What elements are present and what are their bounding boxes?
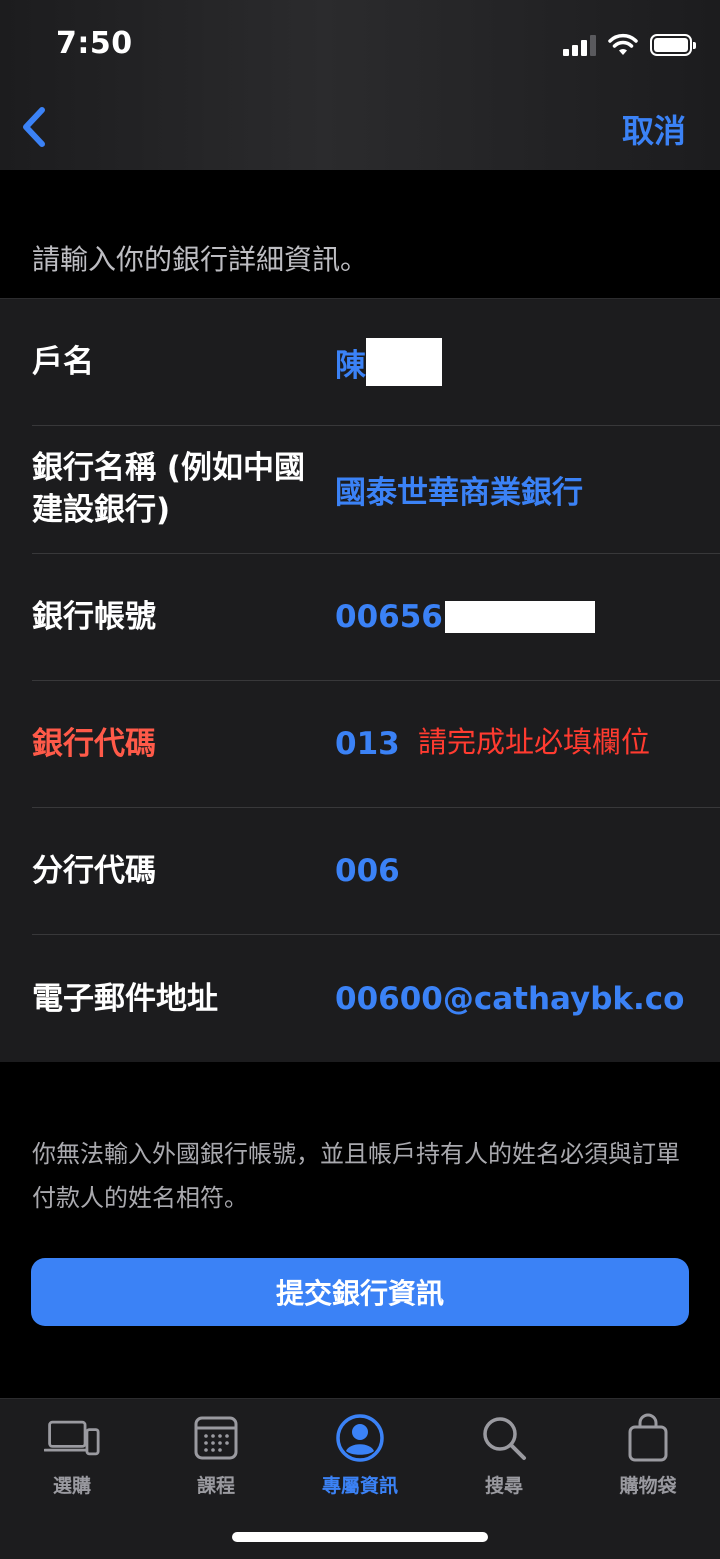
account-number-field[interactable]: 00656 — [335, 599, 685, 635]
bank-name-row[interactable]: 銀行名稱 (例如中國建設銀行) 國泰世華商業銀行 — [32, 426, 720, 554]
battery-icon — [650, 34, 696, 56]
calendar-grid-icon — [188, 1413, 244, 1463]
branch-code-row[interactable]: 分行代碼 006 — [32, 808, 720, 936]
account-holder-row[interactable]: 戶名 陳 — [32, 299, 720, 427]
top-bar: 7:50 取消 — [0, 0, 720, 170]
wifi-icon — [608, 33, 638, 55]
account-number-label: 銀行帳號 — [32, 598, 156, 635]
bank-name-label: 銀行名稱 (例如中國建設銀行) — [32, 450, 305, 529]
status-time: 7:50 — [56, 26, 133, 61]
back-button[interactable] — [14, 104, 54, 150]
shopping-bag-icon — [620, 1413, 676, 1463]
bank-details-form: 戶名 陳 銀行名稱 (例如中國建設銀行) 國泰世華商業銀行 銀行帳號 00656… — [0, 298, 720, 1062]
bank-code-value: 013 — [335, 726, 400, 763]
account-holder-value: 陳 — [335, 347, 366, 384]
laptop-phone-icon — [44, 1413, 100, 1463]
email-row[interactable]: 電子郵件地址 00600@cathaybk.co... — [32, 935, 720, 1062]
chevron-left-icon — [23, 107, 45, 147]
branch-code-field[interactable]: 006 — [335, 853, 685, 889]
account-holder-field[interactable]: 陳 — [335, 338, 685, 387]
status-icons — [563, 30, 696, 60]
email-field[interactable]: 00600@cathaybk.co... — [335, 981, 685, 1017]
account-holder-label: 戶名 — [32, 344, 94, 381]
cancel-button[interactable]: 取消 — [622, 106, 686, 152]
account-number-value: 00656 — [335, 598, 443, 635]
bank-code-field[interactable]: 013 — [335, 726, 415, 762]
required-field-error-note: 請完成址必填欄位 — [418, 724, 651, 759]
search-icon — [476, 1413, 532, 1463]
email-label: 電子郵件地址 — [32, 981, 218, 1018]
bank-code-label: 銀行代碼 — [32, 726, 156, 763]
bank-code-row[interactable]: 銀行代碼 013 請完成址必填欄位 — [32, 681, 720, 809]
foreign-account-disclaimer: 你無法輸入外國銀行帳號，並且帳戶持有人的姓名必須與訂單付款人的姓名相符。 — [32, 1140, 680, 1212]
tab-for-you-label: 專屬資訊 — [321, 1475, 398, 1497]
tab-shop[interactable]: 選購 — [0, 1413, 144, 1498]
email-value: 00600@cathaybk.co... — [335, 981, 685, 1018]
bank-name-value: 國泰世華商業銀行 — [335, 474, 583, 511]
tab-search-label: 搜尋 — [484, 1475, 523, 1497]
tab-search[interactable]: 搜尋 — [432, 1413, 576, 1498]
home-indicator — [232, 1532, 488, 1542]
cellular-signal-icon — [563, 34, 596, 56]
branch-code-label: 分行代碼 — [32, 853, 156, 890]
redaction-box — [444, 600, 595, 633]
tab-courses-label: 課程 — [196, 1475, 235, 1497]
submit-bank-info-button[interactable]: 提交銀行資訊 — [31, 1258, 689, 1326]
tab-shop-label: 選購 — [52, 1475, 91, 1497]
tab-for-you[interactable]: 專屬資訊 — [288, 1413, 432, 1498]
person-circle-icon — [332, 1413, 388, 1463]
bank-details-prompt: 請輸入你的銀行詳細資訊。 — [32, 243, 369, 276]
tab-courses[interactable]: 課程 — [144, 1413, 288, 1498]
bank-name-field[interactable]: 國泰世華商業銀行 — [335, 467, 685, 512]
tab-bag[interactable]: 購物袋 — [576, 1413, 720, 1498]
branch-code-value: 006 — [335, 853, 400, 890]
tab-bag-label: 購物袋 — [619, 1475, 677, 1497]
account-number-row[interactable]: 銀行帳號 00656 — [32, 554, 720, 681]
redaction-box — [366, 338, 442, 387]
